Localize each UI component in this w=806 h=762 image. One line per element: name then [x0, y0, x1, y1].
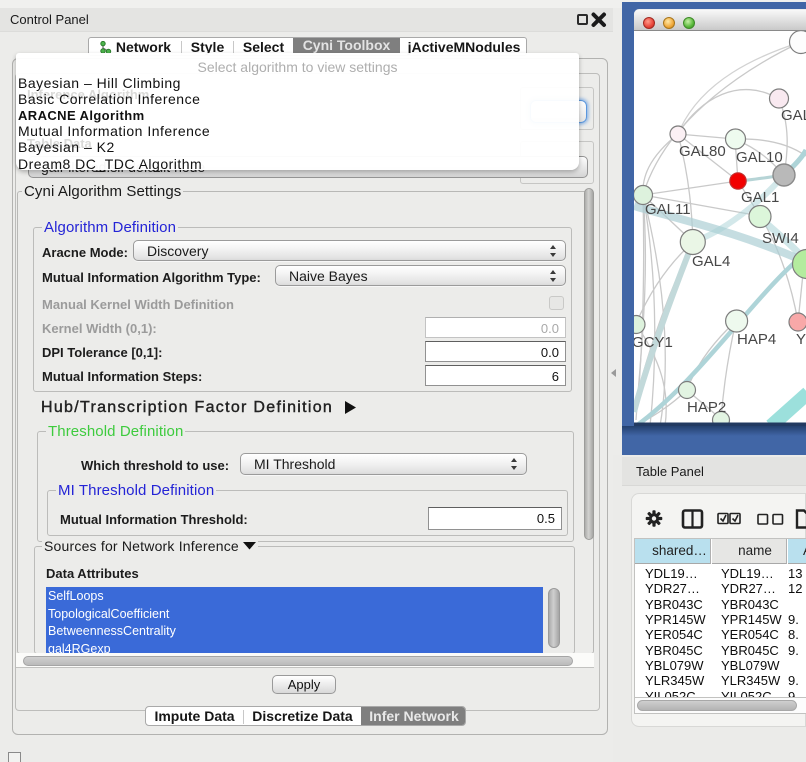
svg-text:GAL1: GAL1 — [741, 189, 779, 206]
svg-text:HAP2: HAP2 — [687, 399, 726, 416]
svg-text:Y: Y — [796, 331, 806, 348]
svg-text:GAL11: GAL11 — [645, 201, 691, 218]
svg-text:HAP4: HAP4 — [737, 331, 776, 348]
svg-text:GAL10: GAL10 — [736, 149, 783, 166]
svg-text:GAL80: GAL80 — [679, 143, 726, 160]
svg-text:GCY1: GCY1 — [634, 334, 673, 351]
svg-text:GAL4: GAL4 — [692, 253, 730, 270]
svg-text:GAL7: GAL7 — [781, 107, 806, 124]
svg-text:SWI4: SWI4 — [762, 230, 799, 247]
